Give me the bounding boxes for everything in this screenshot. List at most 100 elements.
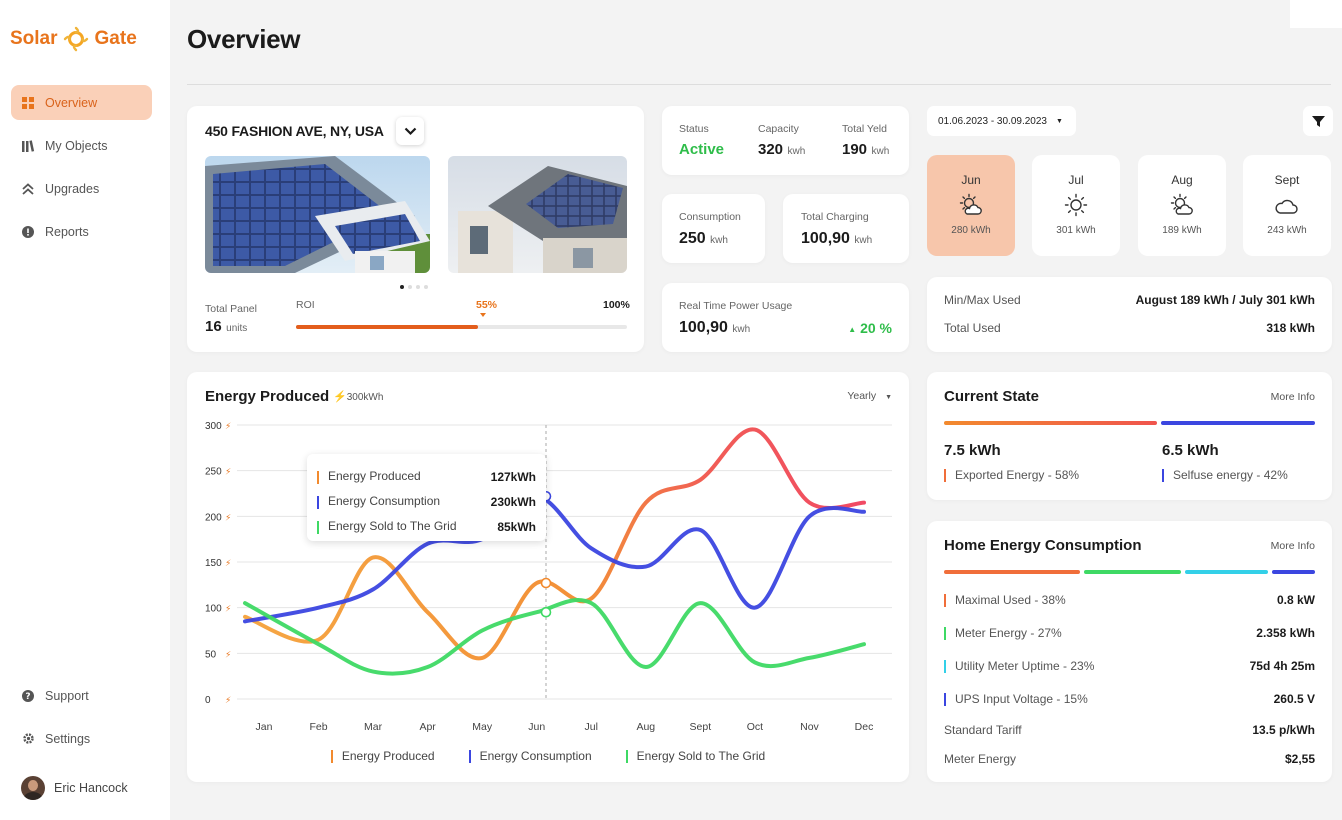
- status-label: Status: [679, 123, 709, 135]
- home-energy-more-info-link[interactable]: More Info: [1271, 540, 1315, 552]
- month-name: Sept: [1274, 173, 1300, 187]
- x-tick-label: Feb: [309, 721, 327, 733]
- app-logo[interactable]: Solar Gate: [10, 24, 137, 54]
- home-energy-bar: [944, 570, 1315, 574]
- cloud-icon: [1275, 193, 1299, 217]
- carousel-dot[interactable]: [408, 285, 412, 289]
- total-used-value: 318 kWh: [1266, 321, 1315, 335]
- row-value: 0.8 kW: [1276, 593, 1315, 608]
- solar-roof-photo-1[interactable]: [205, 156, 430, 273]
- charging-value: 100,90 kwh: [801, 230, 873, 247]
- alert-circle-icon: [21, 225, 35, 239]
- month-card-aug[interactable]: Aug 189 kWh: [1138, 155, 1226, 256]
- month-value: 243 kWh: [1267, 225, 1307, 236]
- roi-marker-icon: [480, 313, 486, 317]
- address-dropdown-button[interactable]: [396, 117, 424, 145]
- month-name: Aug: [1171, 173, 1193, 187]
- row-label: Meter Energy: [944, 752, 1017, 766]
- legend-item[interactable]: Energy Sold to The Grid: [625, 749, 766, 764]
- sidebar-item-label: Support: [45, 688, 89, 703]
- exported-bar: [944, 421, 1157, 425]
- status-card: Status Active Capacity 320 kwh Total Yel…: [662, 106, 909, 175]
- current-state-more-info-link[interactable]: More Info: [1271, 391, 1315, 403]
- energy-chart-card: Energy Produced ⚡300kWh Yearly ▼ 0 ⚡ 50 ⚡ 10…: [187, 372, 909, 782]
- books-icon: [21, 139, 35, 153]
- selfuse-value: 6.5 kWh: [1162, 442, 1219, 459]
- total-yield-value: 190 kwh: [842, 141, 890, 158]
- month-name: Jul: [1068, 173, 1084, 187]
- sun-logo-icon: [63, 26, 88, 52]
- carousel-dot[interactable]: [416, 285, 420, 289]
- hover-point: [540, 577, 552, 589]
- sidebar-item-label: Overview: [45, 95, 98, 110]
- minmax-card: Min/Max Used August 189 kWh / July 301 k…: [927, 277, 1332, 352]
- date-range-select[interactable]: 01.06.2023 - 30.09.2023 ▼: [927, 106, 1076, 136]
- filter-button[interactable]: [1303, 106, 1333, 136]
- legend-item[interactable]: Energy Produced: [330, 749, 435, 764]
- exported-value: 7.5 kWh: [944, 442, 1001, 459]
- realtime-label: Real Time Power Usage: [679, 300, 793, 312]
- sidebar-item-settings[interactable]: Settings: [11, 721, 152, 756]
- minmax-label: Min/Max Used: [944, 293, 1021, 307]
- caret-down-icon: ▼: [1055, 117, 1063, 125]
- charging-label: Total Charging: [801, 211, 869, 223]
- tooltip-row: Energy Produced 127kWh: [317, 464, 536, 489]
- month-value: 189 kWh: [1162, 225, 1202, 236]
- row-value: 75d 4h 25m: [1249, 659, 1315, 674]
- page-title: Overview: [187, 24, 301, 54]
- carousel-dot[interactable]: [400, 285, 404, 289]
- tooltip-series-name: Energy Produced: [328, 469, 421, 484]
- energy-line-chart[interactable]: 0 ⚡50 ⚡100 ⚡150 ⚡200 ⚡250 ⚡300 ⚡Jan Feb Mar Apr May…: [187, 372, 909, 782]
- gear-icon: [21, 732, 35, 746]
- chart-legend: Energy Produced Energy Consumption Energy …: [187, 749, 909, 764]
- user-name: Eric Hancock: [54, 781, 128, 795]
- legend-item[interactable]: Energy Consumption: [468, 749, 592, 764]
- month-card-sept[interactable]: Sept 243 kWh: [1243, 155, 1331, 256]
- sidebar: Solar Gate Overview My Objects Upgrades …: [0, 0, 170, 820]
- tooltip-series-name: Energy Consumption: [328, 494, 441, 509]
- legend-swatch: [944, 627, 946, 641]
- home-energy-row: Utility Meter Uptime - 23% 75d 4h 25m: [944, 659, 1315, 674]
- help-icon: ?: [21, 689, 35, 703]
- legend-swatch: [944, 594, 946, 608]
- month-card-jun[interactable]: Jun 280 kWh: [927, 155, 1015, 256]
- sidebar-item-my-objects[interactable]: My Objects: [11, 128, 152, 163]
- svg-text:?: ?: [25, 692, 30, 702]
- bolt-icon: ⚡: [225, 650, 231, 660]
- home-energy-title: Home Energy Consumption: [944, 537, 1142, 554]
- legend-swatch: [317, 470, 319, 484]
- legend-label: Energy Sold to The Grid: [636, 749, 766, 763]
- main-content: Overview 450 FASHION AVE, NY, USA Total …: [170, 0, 1342, 820]
- consumption-label: Consumption: [679, 211, 741, 223]
- x-tick-label: Apr: [419, 721, 436, 733]
- top-corner-panel: [1290, 0, 1342, 28]
- exported-label: Exported Energy - 58%: [944, 468, 1079, 483]
- current-state-card: Current State More Info 7.5 kWh Exported…: [927, 372, 1332, 500]
- total-used-row: Total Used 318 kWh: [944, 321, 1315, 335]
- home-energy-segment: [1271, 570, 1315, 574]
- home-energy-row: Maximal Used - 38% 0.8 kW: [944, 593, 1315, 608]
- user-profile[interactable]: Eric Hancock: [21, 776, 128, 800]
- sun-cloud-icon: [1170, 193, 1194, 217]
- property-card: 450 FASHION AVE, NY, USA Total Panel 16 …: [187, 106, 644, 352]
- tooltip-row: Energy Consumption 230kWh: [317, 489, 536, 514]
- carousel-dot[interactable]: [424, 285, 428, 289]
- home-energy-card: Home Energy Consumption More Info Maxima…: [927, 521, 1332, 782]
- roi-value: 55%: [476, 299, 498, 311]
- x-tick-label: Sept: [690, 721, 712, 733]
- sidebar-item-overview[interactable]: Overview: [11, 85, 152, 120]
- property-address: 450 FASHION AVE, NY, USA: [205, 123, 384, 139]
- bolt-icon: ⚡: [225, 605, 231, 615]
- consumption-value: 250 kwh: [679, 230, 728, 247]
- home-energy-row: Standard Tariff 13.5 p/kWh: [944, 723, 1315, 737]
- sidebar-item-support[interactable]: ? Support: [11, 678, 152, 713]
- tooltip-value: 85kWh: [497, 519, 536, 534]
- sidebar-item-reports[interactable]: Reports: [11, 214, 152, 249]
- month-card-jul[interactable]: Jul 301 kWh: [1032, 155, 1120, 256]
- solar-roof-photo-2[interactable]: [448, 156, 627, 273]
- total-charging-card: Total Charging 100,90 kwh: [783, 194, 909, 263]
- sidebar-item-upgrades[interactable]: Upgrades: [11, 171, 152, 206]
- home-energy-row: Meter Energy $2,55: [944, 752, 1315, 766]
- date-range-value: 01.06.2023 - 30.09.2023: [938, 115, 1047, 127]
- brand-right: Gate: [94, 28, 137, 49]
